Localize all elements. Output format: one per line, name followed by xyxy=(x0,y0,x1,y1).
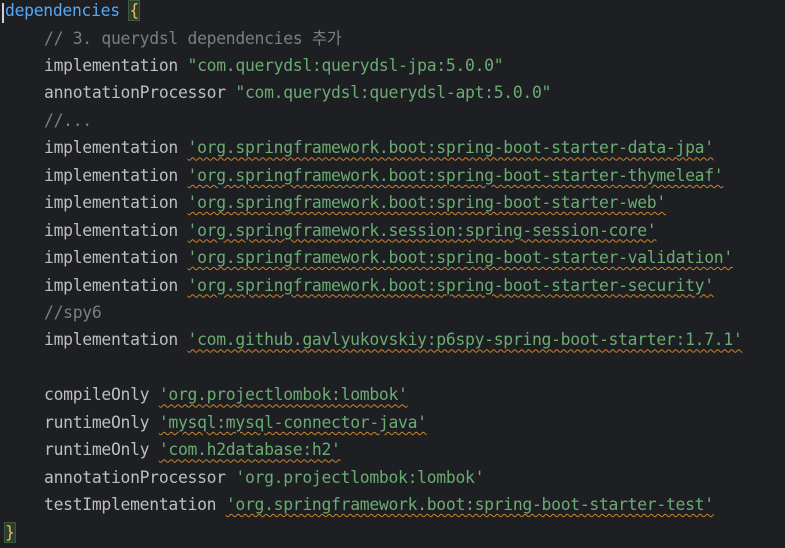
dependency-coordinate: 'mysql:mysql-connector-java' xyxy=(158,412,427,432)
code-line[interactable]: implementation 'org.springframework.boot… xyxy=(0,189,666,216)
comment-text: //... xyxy=(44,110,92,130)
dependency-coordinate: 'org.springframework.session:spring-sess… xyxy=(187,220,657,240)
dependency-configuration: implementation xyxy=(44,248,178,268)
dependencies-block-name: dependencies xyxy=(5,1,120,20)
code-line[interactable]: runtimeOnly 'mysql:mysql-connector-java' xyxy=(0,409,427,436)
dependency-configuration: runtimeOnly xyxy=(44,440,150,460)
code-line[interactable]: implementation "com.querydsl:querydsl-jp… xyxy=(0,52,504,79)
dependency-coordinate: 'org.springframework.boot:spring-boot-st… xyxy=(225,495,714,515)
code-line-header[interactable]: dependencies { xyxy=(0,0,140,24)
dependency-coordinate: 'org.springframework.boot:spring-boot-st… xyxy=(187,165,724,185)
code-line[interactable]: implementation 'org.springframework.boot… xyxy=(0,244,733,271)
code-line[interactable]: // 3. querydsl dependencies 추가 xyxy=(0,25,342,52)
dependency-configuration: compileOnly xyxy=(44,385,150,405)
dependency-coordinate: 'com.h2database:h2' xyxy=(158,440,341,460)
code-line[interactable]: implementation 'org.springframework.boot… xyxy=(0,272,714,299)
dependency-coordinate: 'org.projectlombok:lombok' xyxy=(235,467,485,487)
dependency-configuration: implementation xyxy=(44,138,178,158)
code-line[interactable] xyxy=(0,354,44,381)
code-line[interactable]: implementation 'org.springframework.sess… xyxy=(0,217,657,244)
dependency-coordinate: 'org.springframework.boot:spring-boot-st… xyxy=(187,275,715,295)
code-line[interactable]: //... xyxy=(0,107,92,134)
dependency-configuration: runtimeOnly xyxy=(44,412,150,432)
dependency-coordinate: 'org.springframework.boot:spring-boot-st… xyxy=(187,193,667,213)
dependency-configuration: implementation xyxy=(44,165,178,185)
dependency-coordinate: 'org.springframework.boot:spring-boot-st… xyxy=(187,248,734,268)
dependency-coordinate: 'org.projectlombok:lombok' xyxy=(158,385,408,405)
dependency-configuration: annotationProcessor xyxy=(44,83,226,103)
code-line[interactable]: compileOnly 'org.projectlombok:lombok' xyxy=(0,381,408,408)
comment-text: //spy6 xyxy=(44,303,102,322)
open-brace: { xyxy=(128,0,140,21)
code-line[interactable]: testImplementation 'org.springframework.… xyxy=(0,491,714,518)
code-line[interactable]: implementation 'org.springframework.boot… xyxy=(0,134,714,161)
dependency-configuration: annotationProcessor xyxy=(44,467,226,487)
dependency-configuration: implementation xyxy=(44,193,178,213)
comment-text: // 3. querydsl dependencies 추가 xyxy=(44,28,342,48)
close-brace: } xyxy=(4,521,16,543)
dependency-coordinate: 'com.github.gavlyukovskiy:p6spy-spring-b… xyxy=(187,330,743,350)
code-line[interactable]: //spy6 xyxy=(0,299,102,326)
dependency-configuration: implementation xyxy=(44,55,178,75)
code-line[interactable]: runtimeOnly 'com.h2database:h2' xyxy=(0,436,341,463)
dependency-coordinate: "com.querydsl:querydsl-apt:5.0.0" xyxy=(235,83,552,103)
dependency-coordinate: "com.querydsl:querydsl-jpa:5.0.0" xyxy=(187,55,504,75)
code-line[interactable]: implementation 'org.springframework.boot… xyxy=(0,162,724,189)
code-editor[interactable]: dependencies { // 3. querydsl dependenci… xyxy=(0,0,785,548)
code-line-footer[interactable]: } xyxy=(0,519,16,546)
dependency-configuration: implementation xyxy=(44,330,178,350)
dependency-configuration: implementation xyxy=(44,220,178,240)
code-line[interactable]: annotationProcessor 'org.projectlombok:l… xyxy=(0,464,484,491)
dependency-coordinate: 'org.springframework.boot:spring-boot-st… xyxy=(187,138,715,158)
dependency-configuration: testImplementation xyxy=(44,495,217,515)
code-line[interactable]: annotationProcessor "com.querydsl:queryd… xyxy=(0,79,551,106)
code-line[interactable]: implementation 'com.github.gavlyukovskiy… xyxy=(0,326,743,353)
dependency-configuration: implementation xyxy=(44,275,178,295)
